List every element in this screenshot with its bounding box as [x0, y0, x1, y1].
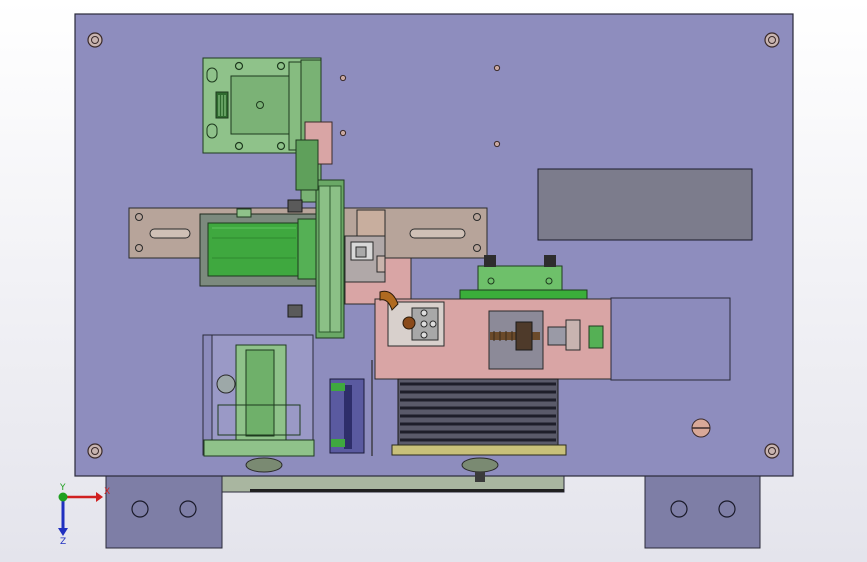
corner-hole-top-left	[87, 32, 103, 48]
mounting-foot-right[interactable]	[644, 473, 761, 549]
bellows-cover[interactable]	[391, 378, 567, 456]
stepper-motor-box[interactable]	[610, 297, 731, 381]
corner-hole-bottom-left	[87, 443, 103, 459]
corner-hole-top-right	[764, 32, 780, 48]
cad-assembly-viewport[interactable]: X Y Z	[0, 0, 867, 562]
mounting-foot-left[interactable]	[105, 473, 223, 549]
lower-guard-assembly[interactable]	[202, 334, 315, 457]
cutout-panel[interactable]	[537, 168, 753, 241]
x-axis-label: X	[104, 487, 110, 497]
corner-hole-bottom-right	[764, 443, 780, 459]
y-axis-marker	[58, 492, 68, 502]
y-axis-label: Y	[59, 483, 66, 493]
z-axis-label: Z	[60, 537, 66, 547]
slotted-screw	[691, 418, 711, 438]
